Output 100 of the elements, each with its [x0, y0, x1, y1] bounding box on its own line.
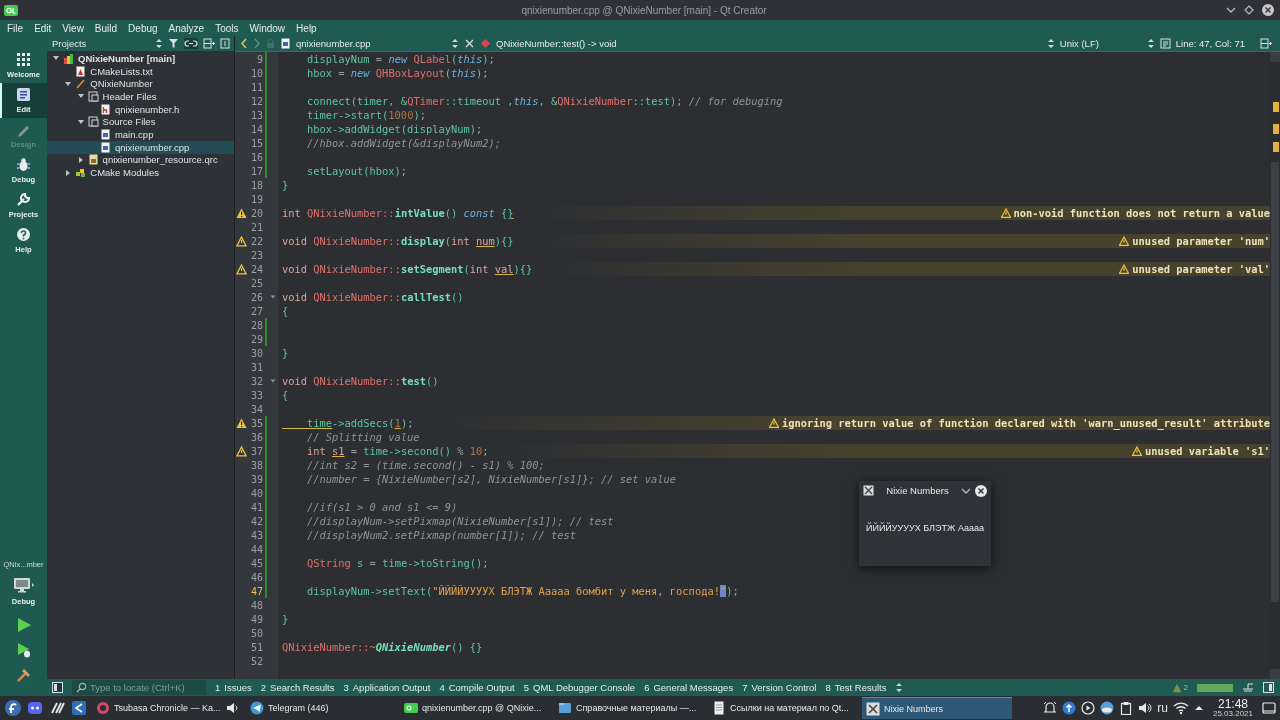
code-line: displayNum->setText("ЙЙЙЙУУУУХ БЛЭТЖ Ааааа бомбит у меня, господа!"); — [306, 585, 739, 597]
source-file-icon — [99, 128, 111, 140]
tree-item[interactable]: qnixienumber.h — [47, 102, 234, 116]
menu-item[interactable]: Analyze — [168, 22, 205, 34]
code-line: //displayNum->setPixmap(NixieNumber[s1]); // test — [306, 515, 614, 527]
filter-icon[interactable] — [168, 38, 179, 49]
run-icon[interactable] — [15, 617, 32, 633]
menu-item[interactable]: File — [7, 22, 24, 34]
tree-item[interactable]: qnixienumber.cpp — [47, 140, 234, 154]
menu-item[interactable]: Edit — [34, 22, 52, 34]
scrollbar[interactable] — [1270, 52, 1280, 679]
close-icon[interactable] — [975, 484, 987, 497]
sidebar-toggle-icon[interactable] — [52, 682, 63, 693]
taskbar-task[interactable]: Tsubasa Chronicle — Ka... — [92, 697, 242, 719]
line-number: 12 — [249, 95, 263, 107]
clock-time[interactable]: 21:48 — [1217, 698, 1248, 710]
clipboard-icon[interactable] — [1119, 701, 1134, 715]
line-ending-list-icon[interactable] — [1146, 38, 1155, 49]
menu-item[interactable]: Build — [94, 22, 118, 34]
qt-logo-icon — [4, 4, 18, 16]
line-number: 52 — [249, 655, 263, 667]
show-desktop-icon[interactable] — [1262, 701, 1276, 715]
speaker-icon[interactable] — [226, 702, 238, 714]
close-pane-icon[interactable] — [220, 38, 230, 49]
tray-expand-icon[interactable] — [1193, 703, 1204, 713]
taskbar-task[interactable]: qnixienumber.cpp @ QNixie... — [400, 697, 550, 719]
taskbar-task[interactable]: Ссылки на материал по Qt... — [708, 697, 858, 719]
tree-item[interactable]: Source Files — [47, 115, 234, 129]
output-tab[interactable]: 7 Version Control — [742, 682, 817, 693]
tree-item[interactable]: CMakeLists.txt — [47, 64, 234, 78]
menu-item[interactable]: Tools — [215, 22, 239, 34]
chat-app-icon[interactable] — [27, 700, 43, 716]
tree-item[interactable]: Header Files — [47, 90, 234, 103]
taskbar-task[interactable]: Telegram (446) — [246, 697, 396, 719]
output-tab[interactable]: 1 Issues — [215, 682, 252, 693]
close-document-icon[interactable] — [464, 38, 475, 49]
document-icon — [75, 65, 87, 77]
pane-title[interactable]: Projects — [52, 38, 87, 49]
line-number: 17 — [249, 165, 263, 177]
document-icon — [16, 87, 31, 102]
more-tabs-icon[interactable] — [895, 682, 904, 693]
menu-item[interactable]: View — [62, 22, 84, 34]
resource-file-icon — [87, 154, 99, 166]
output-tab[interactable]: 3 Application Output — [343, 682, 431, 693]
search-icon — [76, 682, 87, 693]
clock-date[interactable]: 25.03.2021 — [1212, 710, 1253, 718]
tree-item[interactable]: QNixieNumber [main] — [47, 52, 234, 65]
line-ending-selector[interactable]: Unix (LF) — [1059, 38, 1142, 49]
split-icon[interactable] — [203, 38, 215, 49]
speaker-icon[interactable] — [1138, 701, 1153, 715]
menu-item[interactable]: Debug — [128, 22, 158, 34]
split-icon[interactable] — [1260, 38, 1272, 49]
fedora-icon[interactable] — [5, 700, 21, 716]
line-number: 11 — [249, 81, 263, 93]
output-tab[interactable]: 5 QML Debugger Console — [523, 682, 636, 693]
tree-item[interactable]: qnixienumber_resource.qrc — [47, 153, 234, 167]
output-tab[interactable]: 2 Search Results — [260, 682, 335, 693]
wifi-icon[interactable] — [1172, 701, 1189, 715]
debug-run-icon[interactable] — [15, 642, 32, 658]
hammer-icon[interactable] — [15, 667, 32, 683]
close-icon[interactable] — [1262, 4, 1274, 16]
slashes-icon[interactable] — [49, 700, 65, 716]
sort-icon[interactable] — [155, 38, 163, 49]
locate-field[interactable]: Type to locate (Ctrl+K) — [72, 680, 206, 695]
warning-text: non-void function does not return a value — [1013, 207, 1270, 219]
maximize-icon[interactable] — [1244, 5, 1254, 15]
output-tab[interactable]: 4 Compile Output — [439, 682, 515, 693]
code-line: QString s = time->toString(); — [306, 557, 489, 569]
document-outline-icon[interactable] — [1159, 38, 1171, 49]
tree-item[interactable]: CMake Modules — [47, 166, 234, 179]
menu-item[interactable]: Window — [249, 22, 286, 34]
file-list-icon[interactable] — [451, 38, 459, 49]
fold-arrow-icon[interactable] — [269, 378, 276, 384]
file-selector[interactable]: qnixienumber.cpp — [296, 38, 446, 49]
monitor-icon — [12, 576, 35, 594]
caret-icon[interactable] — [64, 79, 73, 88]
bug-icon — [16, 157, 31, 172]
menu-item[interactable]: Help — [296, 22, 317, 34]
update-icon[interactable] — [1062, 701, 1077, 715]
output-tab[interactable]: 8 Test Results — [825, 682, 887, 693]
keyboard-layout[interactable]: ru — [1157, 701, 1168, 715]
symbol-list-icon[interactable] — [1046, 38, 1055, 49]
app-icon — [863, 485, 874, 496]
bell-icon[interactable] — [1043, 701, 1058, 715]
minimize-icon[interactable] — [1226, 5, 1236, 15]
code-editor-icon[interactable] — [71, 700, 87, 716]
media-play-icon[interactable] — [1081, 701, 1096, 715]
tree-item[interactable]: main.cpp — [47, 128, 234, 141]
right-sidebar-icon[interactable] — [1263, 682, 1274, 693]
folder-icon — [558, 701, 572, 715]
symbol-selector[interactable]: QNixieNumber::test() -> void — [496, 38, 617, 49]
fold-arrow-icon[interactable] — [269, 294, 276, 300]
output-tab[interactable]: 6 General Messages — [644, 682, 734, 693]
taskbar-task[interactable]: Справочные материалы —... — [554, 697, 704, 719]
caret-icon[interactable] — [76, 117, 85, 126]
back-icon[interactable] — [240, 38, 248, 49]
link-icon[interactable] — [184, 38, 198, 49]
taskbar-task[interactable]: Nixie Numbers — [862, 697, 1012, 719]
folder-icon — [87, 90, 99, 102]
tree-item[interactable]: QNixieNumber — [47, 77, 234, 91]
